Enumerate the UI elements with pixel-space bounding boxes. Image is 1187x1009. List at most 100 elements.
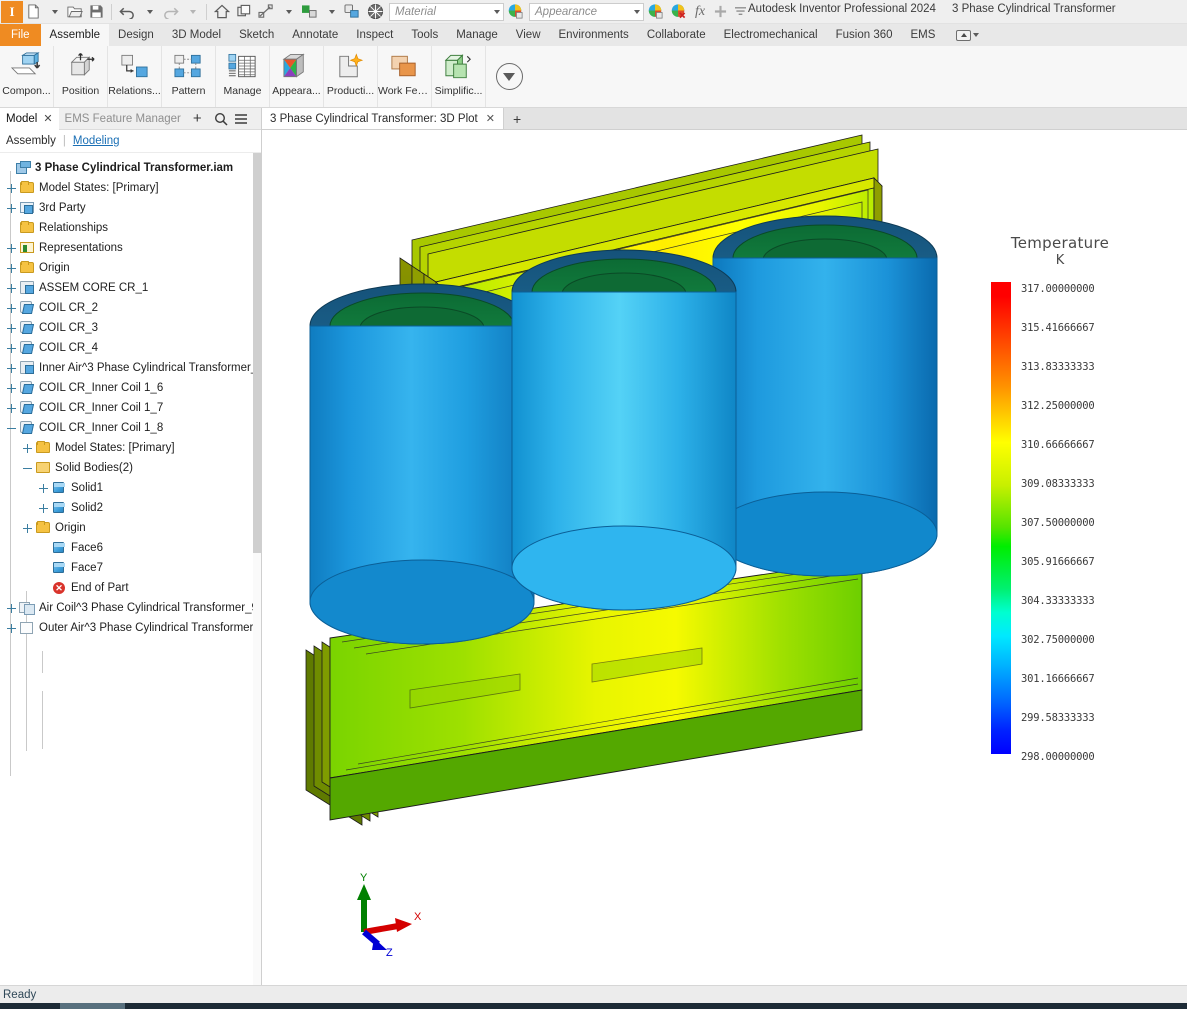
tree-item-3rd-party[interactable]: 3rd Party <box>0 198 261 218</box>
tree-item-solid1[interactable]: Solid1 <box>0 478 261 498</box>
browser-mode-assembly[interactable]: Assembly <box>6 135 56 147</box>
tree-item-solid-bodies[interactable]: Solid Bodies(2) <box>0 458 261 478</box>
tab-environments[interactable]: Environments <box>550 24 638 46</box>
save-icon[interactable] <box>86 1 107 23</box>
tab-sketch[interactable]: Sketch <box>230 24 283 46</box>
tree-item-coil-cr-3[interactable]: COIL CR_3 <box>0 318 261 338</box>
expander[interactable] <box>22 443 33 454</box>
add-to-toolbar-icon[interactable] <box>710 1 730 23</box>
update-icon[interactable] <box>255 1 278 23</box>
update-dropdown-icon[interactable] <box>278 1 298 23</box>
tab-file[interactable]: File <box>0 24 41 46</box>
expander[interactable] <box>6 283 17 294</box>
select-dropdown-icon[interactable] <box>321 1 341 23</box>
ribbon-minimize-button[interactable] <box>950 24 985 46</box>
search-icon[interactable] <box>214 112 228 126</box>
appearance-color-wheel-icon-2[interactable] <box>644 1 667 23</box>
expander[interactable] <box>38 483 49 494</box>
chevron-down-icon[interactable] <box>494 9 500 14</box>
tree-item-face6[interactable]: Face6 <box>0 538 261 558</box>
ribbon-overflow-button[interactable] <box>486 46 532 107</box>
expander[interactable] <box>6 603 17 614</box>
tree-item-coil-inner-coil-1-8[interactable]: COIL CR_Inner Coil 1_8 <box>0 418 261 438</box>
customize-toolbar-icon[interactable] <box>730 1 750 23</box>
expander[interactable] <box>38 563 49 574</box>
tab-manage[interactable]: Manage <box>447 24 507 46</box>
pattern-button[interactable]: Pattern <box>162 46 216 107</box>
tab-annotate[interactable]: Annotate <box>283 24 347 46</box>
tab-design[interactable]: Design <box>109 24 163 46</box>
expander[interactable] <box>6 203 17 214</box>
tree-item-assembly-root[interactable]: 3 Phase Cylindrical Transformer.iam <box>0 158 261 178</box>
expander[interactable] <box>6 303 17 314</box>
expander[interactable] <box>6 423 17 434</box>
tree-item-solid2[interactable]: Solid2 <box>0 498 261 518</box>
position-button[interactable]: Position <box>54 46 108 107</box>
return-icon[interactable] <box>233 1 255 23</box>
tab-ems[interactable]: EMS <box>902 24 945 46</box>
place-component-button[interactable]: Compon... <box>0 46 54 107</box>
tab-collaborate[interactable]: Collaborate <box>638 24 715 46</box>
productivity-button[interactable]: Producti... <box>324 46 378 107</box>
manage-button[interactable]: Manage <box>216 46 270 107</box>
home-icon[interactable] <box>211 1 233 23</box>
browser-tab-model[interactable]: Model ✕ <box>0 107 59 130</box>
parameters-fx-icon[interactable]: fx <box>690 1 710 23</box>
tree-item-air-coil[interactable]: Air Coil^3 Phase Cylindrical Transformer… <box>0 598 261 618</box>
expander[interactable] <box>2 163 13 174</box>
expander[interactable] <box>6 243 17 254</box>
tab-assemble[interactable]: Assemble <box>40 24 110 46</box>
work-features-button[interactable]: Work Fea... <box>378 46 432 107</box>
new-file-dropdown-icon[interactable] <box>44 1 64 23</box>
appearance-color-wheel-icon[interactable] <box>504 1 527 23</box>
undo-dropdown-icon[interactable] <box>139 1 159 23</box>
undo-icon[interactable] <box>116 1 139 23</box>
expander[interactable] <box>6 383 17 394</box>
tree-item-representations[interactable]: Representations <box>0 238 261 258</box>
3d-viewport[interactable]: Y X Z Temperature K 317.00000000 315.416… <box>262 130 1187 985</box>
material-field[interactable]: Material <box>389 2 504 21</box>
chevron-down-icon[interactable] <box>634 9 640 14</box>
expander[interactable] <box>6 323 17 334</box>
appearance-button[interactable]: Appeara... <box>270 46 324 107</box>
chevron-down-icon[interactable] <box>973 33 980 37</box>
new-file-icon[interactable] <box>23 1 44 23</box>
tree-item-end-of-part[interactable]: ✕ End of Part <box>0 578 261 598</box>
relationships-button[interactable]: Relations... <box>108 46 162 107</box>
expander[interactable] <box>6 363 17 374</box>
document-tab-3d-plot[interactable]: 3 Phase Cylindrical Transformer: 3D Plot… <box>262 108 504 129</box>
close-icon[interactable]: ✕ <box>43 112 52 125</box>
tab-electromechanical[interactable]: Electromechanical <box>715 24 827 46</box>
hamburger-menu-icon[interactable] <box>234 113 248 125</box>
tree-item-coil-cr-2[interactable]: COIL CR_2 <box>0 298 261 318</box>
tree-item-relationships[interactable]: Relationships <box>0 218 261 238</box>
browser-scrollbar[interactable] <box>253 153 261 985</box>
tree-item-assem-core-cr-1[interactable]: ASSEM CORE CR_1 <box>0 278 261 298</box>
tab-view[interactable]: View <box>507 24 550 46</box>
expander[interactable] <box>38 583 49 594</box>
expander[interactable] <box>38 543 49 554</box>
tree-item-coil-inner-coil-1-7[interactable]: COIL CR_Inner Coil 1_7 <box>0 398 261 418</box>
browser-mode-modeling[interactable]: Modeling <box>73 135 120 147</box>
material-sphere-icon[interactable] <box>364 1 387 23</box>
tree-item-coil-inner-coil-1-6[interactable]: COIL CR_Inner Coil 1_6 <box>0 378 261 398</box>
select-icon[interactable] <box>298 1 321 23</box>
simplification-button[interactable]: Simplific... <box>432 46 486 107</box>
close-icon[interactable]: ✕ <box>486 112 495 125</box>
tree-item-face7[interactable]: Face7 <box>0 558 261 578</box>
expander[interactable] <box>6 223 17 234</box>
tree-item-model-states-nested[interactable]: Model States: [Primary] <box>0 438 261 458</box>
select-other-icon[interactable] <box>341 1 364 23</box>
tree-item-coil-cr-4[interactable]: COIL CR_4 <box>0 338 261 358</box>
tab-3d-model[interactable]: 3D Model <box>163 24 230 46</box>
expander[interactable] <box>6 403 17 414</box>
expander[interactable] <box>6 183 17 194</box>
expander[interactable] <box>6 263 17 274</box>
redo-dropdown-icon[interactable] <box>182 1 202 23</box>
tab-inspect[interactable]: Inspect <box>347 24 402 46</box>
taskbar-active-item[interactable] <box>60 1003 125 1009</box>
tree-item-origin-nested[interactable]: Origin <box>0 518 261 538</box>
tab-fusion-360[interactable]: Fusion 360 <box>827 24 902 46</box>
browser-tab-ems-feature-manager[interactable]: EMS Feature Manager <box>59 108 187 130</box>
expander[interactable] <box>22 523 33 534</box>
